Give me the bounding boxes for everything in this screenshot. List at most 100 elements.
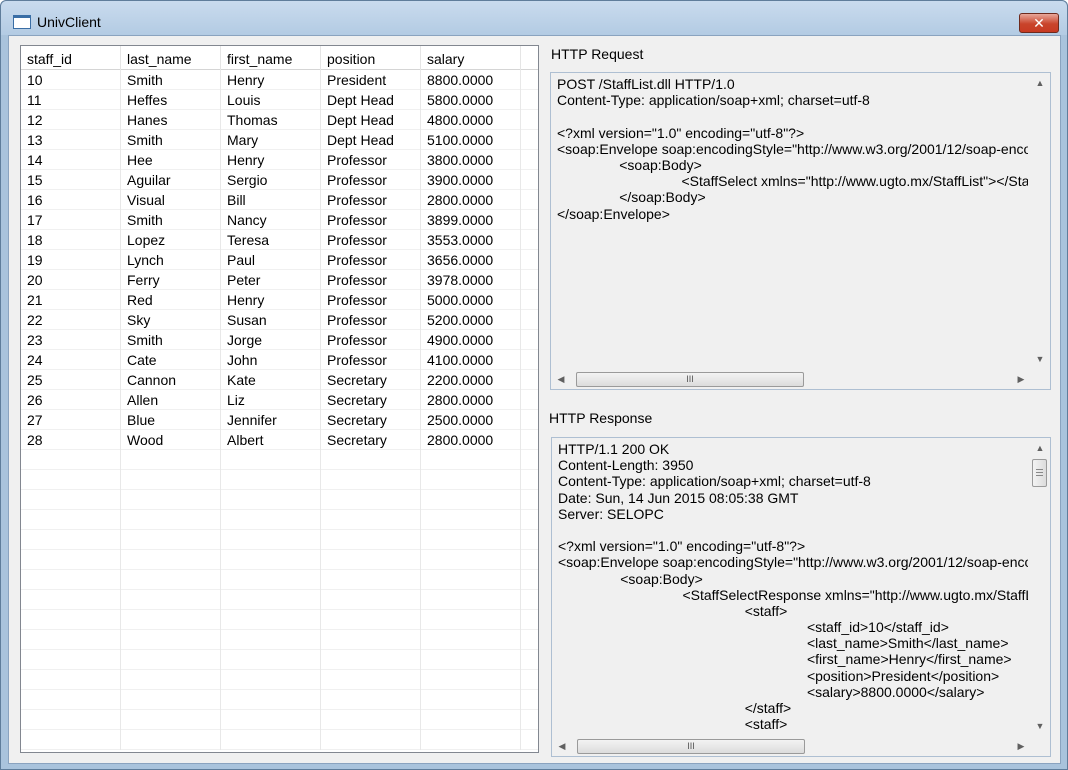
cell-salary[interactable]: [421, 450, 521, 470]
scroll-up-icon[interactable]: ▲: [1031, 74, 1049, 92]
cell-staff-id[interactable]: 17: [21, 210, 121, 230]
cell-salary[interactable]: [421, 530, 521, 550]
cell-last-name[interactable]: [121, 670, 221, 690]
cell-salary[interactable]: [421, 710, 521, 730]
scroll-right-icon[interactable]: ▶: [1012, 370, 1030, 388]
cell-staff-id[interactable]: [21, 470, 121, 490]
empty-table-row[interactable]: [21, 630, 538, 650]
cell-position[interactable]: [321, 670, 421, 690]
cell-first-name[interactable]: [221, 630, 321, 650]
cell-staff-id[interactable]: 25: [21, 370, 121, 390]
cell-last-name[interactable]: Wood: [121, 430, 221, 450]
cell-last-name[interactable]: Cannon: [121, 370, 221, 390]
cell-staff-id[interactable]: [21, 530, 121, 550]
cell-first-name[interactable]: Mary: [221, 130, 321, 150]
cell-salary[interactable]: 3900.0000: [421, 170, 521, 190]
cell-salary[interactable]: [421, 490, 521, 510]
table-row[interactable]: 23 Smith Jorge Professor 4900.0000: [21, 330, 538, 350]
cell-position[interactable]: Professor: [321, 270, 421, 290]
cell-first-name[interactable]: Kate: [221, 370, 321, 390]
table-row[interactable]: 14 Hee Henry Professor 3800.0000: [21, 150, 538, 170]
cell-last-name[interactable]: Sky: [121, 310, 221, 330]
cell-staff-id[interactable]: 26: [21, 390, 121, 410]
cell-salary[interactable]: [421, 550, 521, 570]
cell-first-name[interactable]: Henry: [221, 290, 321, 310]
scroll-up-icon[interactable]: ▲: [1031, 439, 1049, 457]
empty-table-row[interactable]: [21, 710, 538, 730]
cell-position[interactable]: Professor: [321, 330, 421, 350]
cell-first-name[interactable]: [221, 550, 321, 570]
table-row[interactable]: 28 Wood Albert Secretary 2800.0000: [21, 430, 538, 450]
table-row[interactable]: 18 Lopez Teresa Professor 3553.0000: [21, 230, 538, 250]
cell-last-name[interactable]: [121, 630, 221, 650]
cell-position[interactable]: [321, 490, 421, 510]
cell-staff-id[interactable]: [21, 450, 121, 470]
cell-first-name[interactable]: [221, 590, 321, 610]
cell-position[interactable]: [321, 630, 421, 650]
cell-position[interactable]: Professor: [321, 350, 421, 370]
cell-position[interactable]: [321, 530, 421, 550]
cell-first-name[interactable]: Henry: [221, 150, 321, 170]
cell-first-name[interactable]: Bill: [221, 190, 321, 210]
cell-staff-id[interactable]: 22: [21, 310, 121, 330]
cell-first-name[interactable]: [221, 650, 321, 670]
cell-staff-id[interactable]: 12: [21, 110, 121, 130]
cell-first-name[interactable]: Paul: [221, 250, 321, 270]
empty-table-row[interactable]: [21, 450, 538, 470]
cell-position[interactable]: [321, 570, 421, 590]
cell-salary[interactable]: 3899.0000: [421, 210, 521, 230]
column-header-position[interactable]: position: [321, 46, 421, 70]
cell-salary[interactable]: 3978.0000: [421, 270, 521, 290]
cell-salary[interactable]: 8800.0000: [421, 70, 521, 90]
cell-salary[interactable]: 2800.0000: [421, 430, 521, 450]
cell-last-name[interactable]: [121, 490, 221, 510]
table-row[interactable]: 11 Heffes Louis Dept Head 5800.0000: [21, 90, 538, 110]
table-row[interactable]: 12 Hanes Thomas Dept Head 4800.0000: [21, 110, 538, 130]
cell-last-name[interactable]: [121, 610, 221, 630]
cell-staff-id[interactable]: [21, 650, 121, 670]
cell-last-name[interactable]: Heffes: [121, 90, 221, 110]
cell-last-name[interactable]: Visual: [121, 190, 221, 210]
cell-position[interactable]: [321, 650, 421, 670]
cell-first-name[interactable]: [221, 730, 321, 750]
cell-salary[interactable]: 5200.0000: [421, 310, 521, 330]
close-button[interactable]: ✕: [1019, 13, 1059, 33]
cell-last-name[interactable]: [121, 470, 221, 490]
cell-staff-id[interactable]: [21, 730, 121, 750]
cell-position[interactable]: Professor: [321, 250, 421, 270]
cell-last-name[interactable]: [121, 530, 221, 550]
cell-staff-id[interactable]: 27: [21, 410, 121, 430]
response-horizontal-scrollbar[interactable]: ◀ III ▶: [553, 737, 1030, 755]
column-header-last-name[interactable]: last_name: [121, 46, 221, 70]
cell-salary[interactable]: [421, 510, 521, 530]
cell-last-name[interactable]: [121, 650, 221, 670]
cell-position[interactable]: Professor: [321, 150, 421, 170]
scroll-right-icon[interactable]: ▶: [1012, 737, 1030, 755]
cell-first-name[interactable]: [221, 710, 321, 730]
cell-first-name[interactable]: Teresa: [221, 230, 321, 250]
cell-position[interactable]: Dept Head: [321, 90, 421, 110]
cell-salary[interactable]: [421, 650, 521, 670]
empty-table-row[interactable]: [21, 490, 538, 510]
cell-first-name[interactable]: Susan: [221, 310, 321, 330]
table-row[interactable]: 26 Allen Liz Secretary 2800.0000: [21, 390, 538, 410]
empty-table-row[interactable]: [21, 470, 538, 490]
table-row[interactable]: 25 Cannon Kate Secretary 2200.0000: [21, 370, 538, 390]
cell-last-name[interactable]: Hanes: [121, 110, 221, 130]
cell-salary[interactable]: 3656.0000: [421, 250, 521, 270]
request-textbox[interactable]: POST /StaffList.dll HTTP/1.0 Content-Type…: [550, 72, 1051, 390]
cell-last-name[interactable]: [121, 570, 221, 590]
cell-last-name[interactable]: Allen: [121, 390, 221, 410]
cell-last-name[interactable]: Blue: [121, 410, 221, 430]
cell-last-name[interactable]: Lynch: [121, 250, 221, 270]
cell-last-name[interactable]: [121, 730, 221, 750]
cell-first-name[interactable]: John: [221, 350, 321, 370]
table-row[interactable]: 24 Cate John Professor 4100.0000: [21, 350, 538, 370]
staff-grid[interactable]: staff_id last_name first_name position s…: [20, 45, 539, 753]
cell-staff-id[interactable]: 10: [21, 70, 121, 90]
response-vscroll-thumb[interactable]: [1032, 459, 1047, 487]
cell-salary[interactable]: 2800.0000: [421, 190, 521, 210]
cell-salary[interactable]: 3553.0000: [421, 230, 521, 250]
cell-position[interactable]: [321, 710, 421, 730]
cell-last-name[interactable]: Aguilar: [121, 170, 221, 190]
